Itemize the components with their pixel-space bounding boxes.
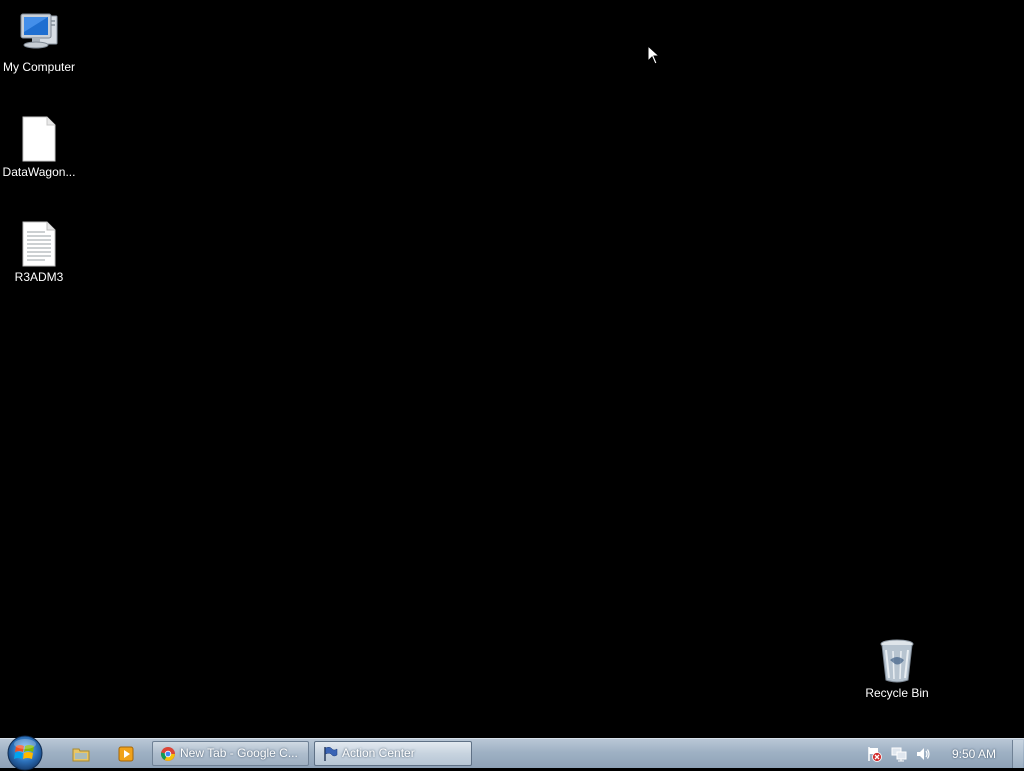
recycle-bin-icon — [880, 639, 914, 683]
desktop-icon-label: DataWagon... — [2, 165, 76, 179]
volume-icon[interactable] — [915, 746, 931, 762]
desktop-icon-label: Recycle Bin — [865, 686, 929, 700]
folder-icon — [72, 748, 90, 762]
taskbar: New Tab - Google C... Action Center 9:50… — [0, 735, 1024, 771]
desktop-icon-label: My Computer — [2, 60, 76, 74]
taskbar-clock[interactable]: 9:50 AM — [943, 739, 1005, 769]
taskbar-item-label: Action Center — [342, 746, 415, 760]
taskbar-item-chrome[interactable]: New Tab - Google C... — [152, 741, 309, 766]
flag-icon — [324, 746, 338, 761]
desktop-icon-my-computer[interactable]: My Computer — [1, 10, 77, 74]
mouse-cursor-icon — [647, 45, 661, 65]
blank-document-icon — [22, 116, 56, 162]
desktop-icon-label: R3ADM3 — [14, 270, 64, 284]
text-document-icon — [22, 221, 56, 267]
desktop-icon-recycle-bin[interactable]: Recycle Bin — [859, 636, 935, 700]
action-center-warning-icon[interactable] — [866, 746, 882, 762]
desktop: My Computer DataWagon... R3ADM3 Recycle … — [0, 0, 1024, 738]
taskbar-item-action-center[interactable]: Action Center — [314, 741, 472, 766]
taskbar-item-label: New Tab - Google C... — [180, 746, 298, 760]
pinned-media-player[interactable] — [106, 742, 146, 766]
show-desktop-button[interactable] — [1012, 740, 1023, 768]
chrome-icon — [160, 747, 175, 761]
desktop-icon-datawagon[interactable]: DataWagon... — [1, 115, 77, 179]
media-player-icon — [118, 746, 134, 762]
start-button[interactable] — [2, 733, 48, 771]
network-icon[interactable] — [891, 746, 907, 762]
pinned-windows-explorer[interactable] — [61, 742, 101, 766]
computer-icon — [20, 13, 58, 49]
desktop-icon-r3adm3[interactable]: R3ADM3 — [1, 220, 77, 284]
